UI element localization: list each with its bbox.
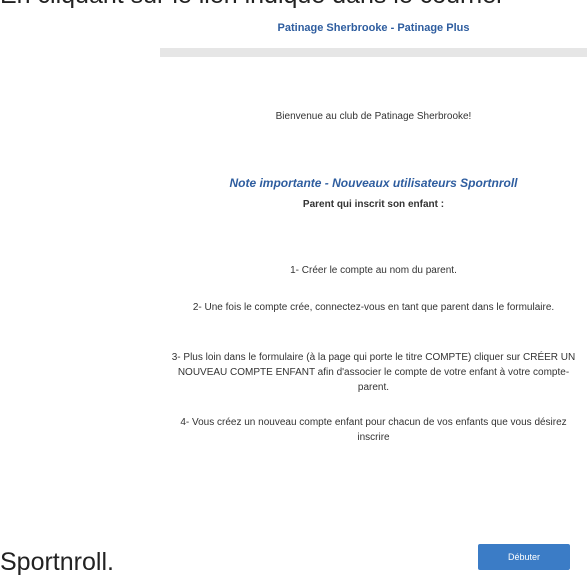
- registration-form-window: Patinage Sherbrooke - Patinage Plus Bien…: [160, 0, 587, 579]
- instruction-step-3: 3- Plus loin dans le formulaire (à la pa…: [171, 352, 576, 393]
- header-divider: [160, 48, 587, 57]
- form-header-title: Patinage Sherbrooke - Patinage Plus: [277, 22, 470, 34]
- instruction-step-2: 2- Une fois le compte crée, connectez-vo…: [192, 302, 555, 313]
- start-button[interactable]: Débuter: [478, 544, 570, 570]
- instruction-step-4: 4- Vous créez un nouveau compte enfant p…: [180, 417, 567, 443]
- note-title: Note importante - Nouveaux utilisateurs …: [229, 176, 518, 190]
- document-bottom-text: Sportnroll.: [0, 548, 114, 576]
- note-subtitle: Parent qui inscrit son enfant :: [302, 199, 445, 210]
- instruction-step-1: 1- Créer le compte au nom du parent.: [290, 265, 457, 276]
- welcome-message: Bienvenue au club de Patinage Sherbrooke…: [275, 111, 472, 122]
